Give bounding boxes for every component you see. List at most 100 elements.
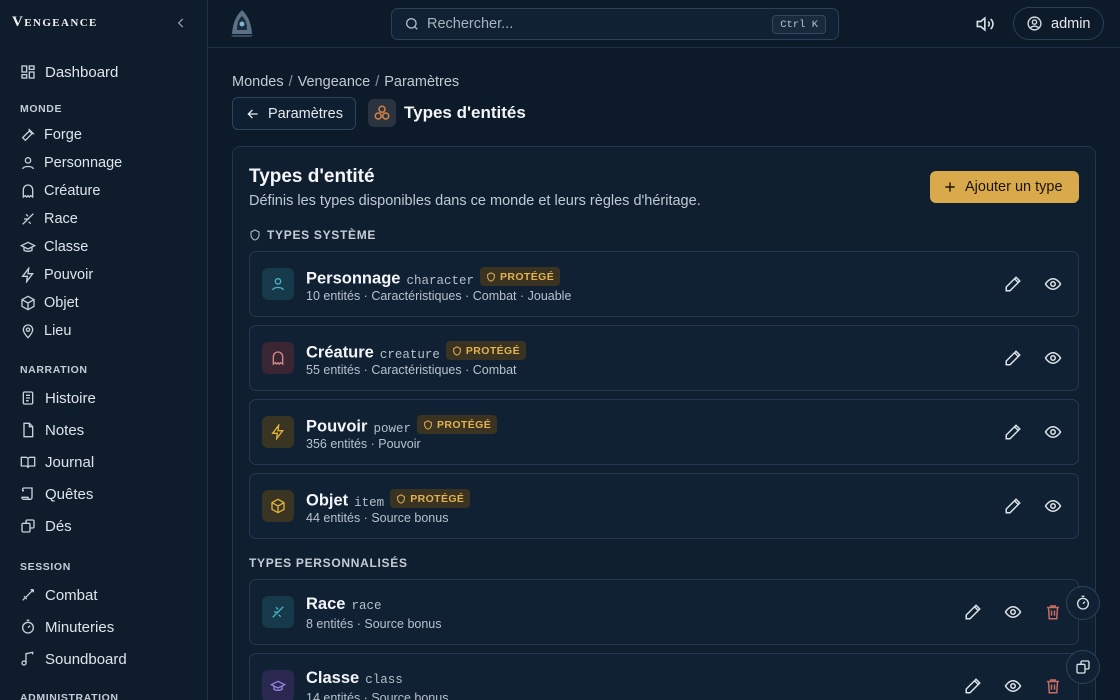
dice-float-button[interactable] xyxy=(1066,650,1100,684)
chevron-left-icon xyxy=(177,18,184,28)
type-name: Créature creature PROTÉGÉ xyxy=(306,341,527,363)
timer-float-button[interactable] xyxy=(1066,586,1100,620)
protected-badge: PROTÉGÉ xyxy=(416,415,498,434)
pencil-icon xyxy=(1005,498,1021,514)
edit-type-button[interactable] xyxy=(964,677,982,695)
sidebar-item-soundboard[interactable]: Soundboard xyxy=(20,648,127,670)
sidebar-item-label: Histoire xyxy=(45,389,96,407)
sidebar-item-personnage[interactable]: Personnage xyxy=(20,152,122,174)
trash-icon xyxy=(1047,679,1059,694)
search-input[interactable] xyxy=(427,16,767,32)
sword-icon xyxy=(22,589,34,601)
box-icon xyxy=(21,295,35,311)
type-name: Objet item PROTÉGÉ xyxy=(306,489,471,511)
eye-icon xyxy=(1044,351,1062,365)
eye-icon xyxy=(1044,425,1062,439)
lightning-icon xyxy=(21,267,34,283)
protected-badge: PROTÉGÉ xyxy=(479,267,561,286)
back-button[interactable]: Paramètres xyxy=(232,97,356,130)
sound-toggle-button[interactable] xyxy=(974,14,994,34)
delete-type-button[interactable] xyxy=(1044,677,1062,695)
collapse-sidebar-button[interactable] xyxy=(174,16,188,30)
type-slug: creature xyxy=(379,347,440,362)
add-type-button[interactable]: Ajouter un type xyxy=(930,171,1079,203)
sidebar-item-histoire[interactable]: Histoire xyxy=(20,387,96,409)
pencil-icon xyxy=(1005,350,1021,366)
sidebar-item-notes[interactable]: Notes xyxy=(20,419,84,441)
eye-icon xyxy=(1044,499,1062,513)
sidebar-item-pouvoir[interactable]: Pouvoir xyxy=(20,264,93,286)
breadcrumb-vengeance[interactable]: Vengeance xyxy=(298,74,371,90)
sidebar-item-label: Minuteries xyxy=(45,618,115,636)
eye-icon xyxy=(1044,277,1062,291)
sidebar-item-minuteries[interactable]: Minuteries xyxy=(20,616,114,638)
sidebar-item-des[interactable]: Dés xyxy=(20,515,72,537)
sidebar-item-label: Créature xyxy=(44,183,101,199)
eye-icon xyxy=(1004,679,1022,693)
section-label-session: SESSION xyxy=(20,561,71,573)
type-card-personnage: Personnage character PROTÉGÉ 10 entités · … xyxy=(249,251,1079,317)
sidebar-item-label: Soundboard xyxy=(45,650,127,668)
sidebar-item-label: Lieu xyxy=(44,323,72,339)
sidebar-item-label: Personnage xyxy=(44,155,123,171)
edit-type-button[interactable] xyxy=(1004,497,1022,515)
sidebar-item-combat[interactable]: Combat xyxy=(20,584,98,606)
dna-icon xyxy=(22,213,34,225)
view-type-button[interactable] xyxy=(1044,497,1062,515)
user-icon xyxy=(22,157,34,170)
plus-icon xyxy=(945,182,955,192)
hooded-figure-logo-icon xyxy=(231,10,253,37)
view-type-button[interactable] xyxy=(1044,275,1062,293)
view-type-button[interactable] xyxy=(1044,423,1062,441)
type-slug: power xyxy=(373,421,411,436)
type-name: Classe class xyxy=(306,669,403,687)
book-open-icon xyxy=(20,456,36,469)
edit-type-button[interactable] xyxy=(964,603,982,621)
sidebar-item-label: Notes xyxy=(45,421,85,439)
trash-icon xyxy=(1047,605,1059,620)
sidebar-item-lieu[interactable]: Lieu xyxy=(20,320,71,342)
sidebar-item-classe[interactable]: Classe xyxy=(20,236,88,258)
panel-subtitle: Définis les types disponibles dans ce mo… xyxy=(249,193,701,209)
type-meta: 8 entités · Source bonus xyxy=(306,617,442,631)
type-meta: 14 entités · Source bonus xyxy=(306,691,449,700)
sidebar-item-journal[interactable]: Journal xyxy=(20,451,94,473)
sidebar-item-label: Dés xyxy=(45,517,72,535)
scroll-icon xyxy=(22,391,34,405)
sidebar-item-objet[interactable]: Objet xyxy=(20,292,79,314)
sidebar-item-label: Forge xyxy=(44,127,82,143)
dice-icon xyxy=(21,519,35,533)
brand-title: Vengeance xyxy=(12,14,98,30)
view-type-button[interactable] xyxy=(1004,603,1022,621)
delete-type-button[interactable] xyxy=(1044,603,1062,621)
edit-type-button[interactable] xyxy=(1004,275,1022,293)
pencil-icon xyxy=(965,678,981,694)
system-types-label: TYPES SYSTÈME xyxy=(249,228,376,242)
sidebar-item-forge[interactable]: Forge xyxy=(20,124,82,146)
edit-type-button[interactable] xyxy=(1004,349,1022,367)
view-type-button[interactable] xyxy=(1004,677,1022,695)
sidebar-item-quetes[interactable]: Quêtes xyxy=(20,483,93,505)
app-logo[interactable] xyxy=(228,8,256,38)
pencil-icon xyxy=(1005,276,1021,292)
sidebar: Vengeance Dashboard MONDE Forge Personna… xyxy=(0,0,208,700)
sidebar-item-label: Combat xyxy=(45,586,98,604)
type-meta: 10 entités · Caractéristiques · Combat ·… xyxy=(306,289,572,303)
shortcut-hint: Ctrl K xyxy=(772,15,826,34)
edit-type-button[interactable] xyxy=(1004,423,1022,441)
type-slug: item xyxy=(354,495,385,510)
view-type-button[interactable] xyxy=(1044,349,1062,367)
page-title: Types d'entités xyxy=(404,103,526,122)
breadcrumb-parametres[interactable]: Paramètres xyxy=(384,74,459,90)
shield-icon xyxy=(397,493,406,504)
sidebar-item-dashboard[interactable]: Dashboard xyxy=(20,61,118,83)
protected-badge: PROTÉGÉ xyxy=(445,341,527,360)
type-card-creature: Créature creature PROTÉGÉ 55 entités · Car… xyxy=(249,325,1079,391)
sidebar-item-race[interactable]: Race xyxy=(20,208,78,230)
sidebar-item-label: Journal xyxy=(45,453,95,471)
search-bar[interactable]: Ctrl K xyxy=(391,8,839,40)
section-label-administration: ADMINISTRATION xyxy=(20,692,119,700)
sidebar-item-creature[interactable]: Créature xyxy=(20,180,100,202)
breadcrumb-mondes[interactable]: Mondes xyxy=(232,74,284,90)
user-menu-button[interactable]: admin xyxy=(1013,7,1104,40)
